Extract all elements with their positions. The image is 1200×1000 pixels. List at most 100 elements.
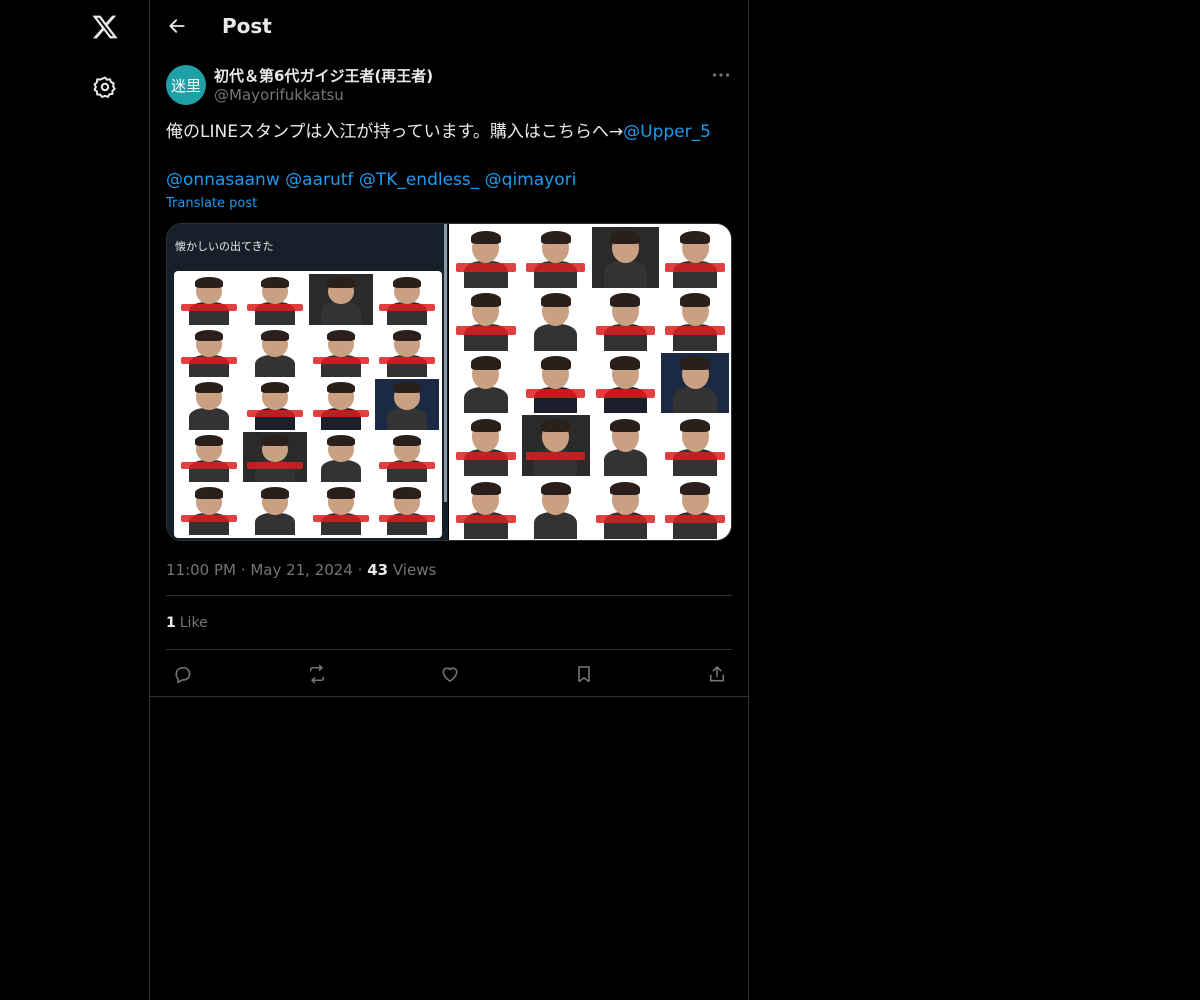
mention-link[interactable]: @Upper_5: [623, 122, 711, 142]
more-options-button[interactable]: [710, 65, 732, 85]
reply-icon: [175, 666, 191, 683]
sticker-hair: [610, 293, 641, 307]
sticker-caption: [665, 263, 725, 272]
sticker-thumbnail: [243, 274, 307, 325]
bookmark-icon: [577, 665, 590, 682]
sticker-caption: [378, 304, 436, 312]
sticker-shirt: [533, 323, 578, 351]
sticker-hair: [326, 434, 356, 446]
sticker-hair: [194, 434, 224, 446]
sticker-hair: [392, 277, 422, 289]
author-name[interactable]: 初代＆第6代ガイジ王者(再王者): [214, 65, 433, 86]
sticker-thumbnail: [309, 379, 373, 430]
sticker-caption: [595, 326, 656, 335]
sticker-thumbnail: [243, 327, 307, 378]
likes-label: Like: [179, 614, 208, 631]
sticker-hair: [540, 419, 571, 433]
post-media[interactable]: 懐かしいの出てきた: [166, 223, 732, 541]
sticker-thumbnail: [592, 290, 660, 351]
sticker-caption: [378, 462, 436, 470]
more-horizontal-icon: [712, 73, 730, 77]
sticker-hair: [194, 487, 224, 499]
sticker-hair: [392, 434, 422, 446]
sticker-caption: [312, 514, 370, 522]
sticker-hair: [326, 329, 356, 341]
sticker-thumbnail: [309, 274, 373, 325]
sticker-hair: [540, 230, 571, 245]
repost-icon: [309, 664, 324, 683]
sticker-hair: [680, 293, 711, 307]
sticker-hair: [260, 329, 290, 341]
sticker-caption: [180, 356, 238, 365]
sticker-hair: [680, 356, 711, 370]
sticker-hair: [470, 293, 501, 307]
x-logo-button[interactable]: [81, 3, 129, 51]
sticker-thumbnail: [309, 484, 373, 535]
likes-count: 1: [166, 614, 176, 631]
image-scrollbar: [444, 224, 447, 502]
sticker-hair: [610, 419, 641, 433]
text-spacer: [166, 144, 732, 168]
share-icon: [709, 665, 725, 681]
sticker-caption: [525, 263, 586, 272]
sticker-thumbnail: [452, 415, 520, 477]
sticker-hair: [610, 481, 641, 496]
sticker-shirt: [603, 449, 648, 477]
mention-link[interactable]: @aarutf: [285, 170, 353, 190]
sticker-thumbnail: [661, 352, 729, 414]
primary-column: Post 迷里 初代＆第6代ガイジ王者(再王者) @Mayorifukkatsu…: [149, 0, 749, 1000]
like-button[interactable]: [439, 663, 461, 685]
sticker-shirt: [320, 302, 362, 325]
sticker-caption: [665, 326, 725, 335]
likes-row[interactable]: 1 Like: [166, 596, 732, 649]
post-date[interactable]: May 21, 2024: [250, 561, 353, 579]
author-handle[interactable]: @Mayorifukkatsu: [214, 86, 344, 104]
sticker-thumbnail: [375, 484, 439, 535]
sticker-caption: [665, 514, 725, 524]
sticker-hair: [260, 382, 290, 394]
sticker-thumbnail: [243, 379, 307, 430]
sticker-caption: [180, 462, 238, 470]
mention-link[interactable]: @onnasaanw: [166, 170, 280, 190]
repost-button[interactable]: [306, 663, 328, 685]
sticker-hair: [540, 481, 571, 496]
media-image-right[interactable]: [449, 224, 731, 540]
sticker-thumbnail: [521, 415, 590, 477]
mention-link[interactable]: @qimayori: [485, 170, 577, 190]
sticker-thumbnail: [452, 353, 520, 414]
sticker-caption: [378, 356, 436, 365]
back-button[interactable]: [162, 11, 192, 41]
settings-button[interactable]: [81, 63, 129, 111]
sticker-thumbnail: [452, 290, 520, 351]
sticker-caption: [246, 304, 304, 312]
sticker-hair: [194, 382, 224, 394]
sticker-thumbnail: [177, 327, 241, 378]
sticker-hair: [470, 419, 501, 433]
bookmark-button[interactable]: [573, 663, 595, 685]
sticker-thumbnail: [177, 432, 241, 483]
sticker-thumbnail: [661, 478, 729, 539]
sticker-thumbnail: [177, 379, 241, 430]
sticker-hair: [680, 419, 711, 433]
post-text-line: 俺のLINEスタンプは入江が持っています。購入はこちらへ→: [166, 122, 624, 142]
share-button[interactable]: [706, 663, 728, 685]
sticker-caption: [525, 389, 586, 398]
sticker-thumbnail: [661, 227, 729, 288]
post-time[interactable]: 11:00 PM: [166, 561, 236, 579]
sticker-thumbnail: [592, 415, 660, 477]
sticker-hair: [610, 356, 641, 370]
mention-link[interactable]: @TK_endless_: [359, 170, 479, 190]
sticker-caption: [456, 326, 516, 335]
sticker-hair: [470, 356, 501, 370]
media-image-left[interactable]: 懐かしいの出てきた: [167, 224, 448, 540]
sticker-hair: [326, 487, 356, 499]
sticker-thumbnail: [375, 432, 439, 483]
sticker-thumbnail: [309, 432, 373, 483]
avatar[interactable]: 迷里: [166, 65, 206, 105]
sticker-caption: [312, 356, 370, 365]
sticker-caption: [525, 451, 586, 461]
sticker-thumbnail: [522, 478, 590, 539]
sticker-thumbnail: [592, 478, 660, 539]
translate-post-link[interactable]: Translate post: [166, 196, 257, 211]
reply-button[interactable]: [172, 663, 194, 685]
